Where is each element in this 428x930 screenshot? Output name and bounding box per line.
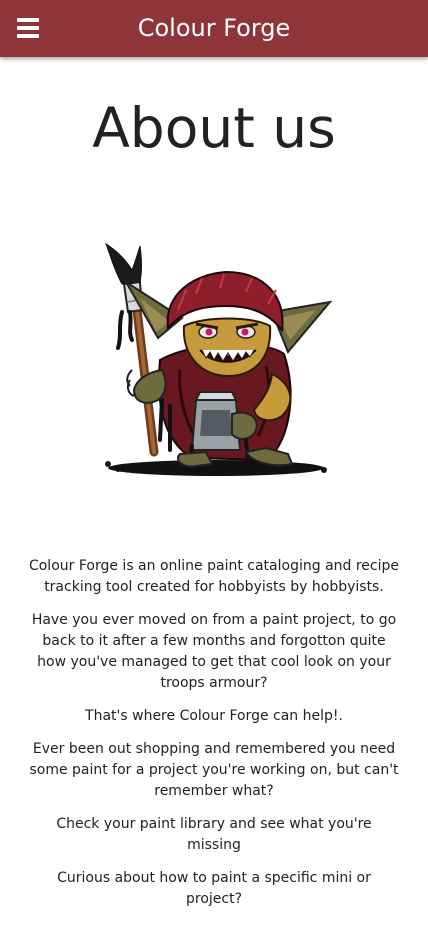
app-title: Colour Forge	[137, 14, 291, 42]
library-paragraph: Check your paint library and see what yo…	[56, 816, 372, 853]
page-title: About us	[92, 96, 336, 160]
goblin-painter-illustration	[104, 242, 332, 476]
intro-paragraph: Colour Forge is an online paint catalogi…	[28, 558, 400, 595]
app-bar: Colour Forge	[0, 0, 428, 57]
shopping-paragraph: Ever been out shopping and remembered yo…	[29, 741, 399, 799]
curious-paragraph: Curious about how to paint a specific mi…	[57, 870, 371, 907]
about-content: Colour Forge is an online paint catalogi…	[28, 556, 400, 922]
help-paragraph: That's where Colour Forge can help!.	[85, 708, 343, 724]
forgotten-recipe-paragraph: Have you ever moved on from a paint proj…	[31, 612, 397, 691]
